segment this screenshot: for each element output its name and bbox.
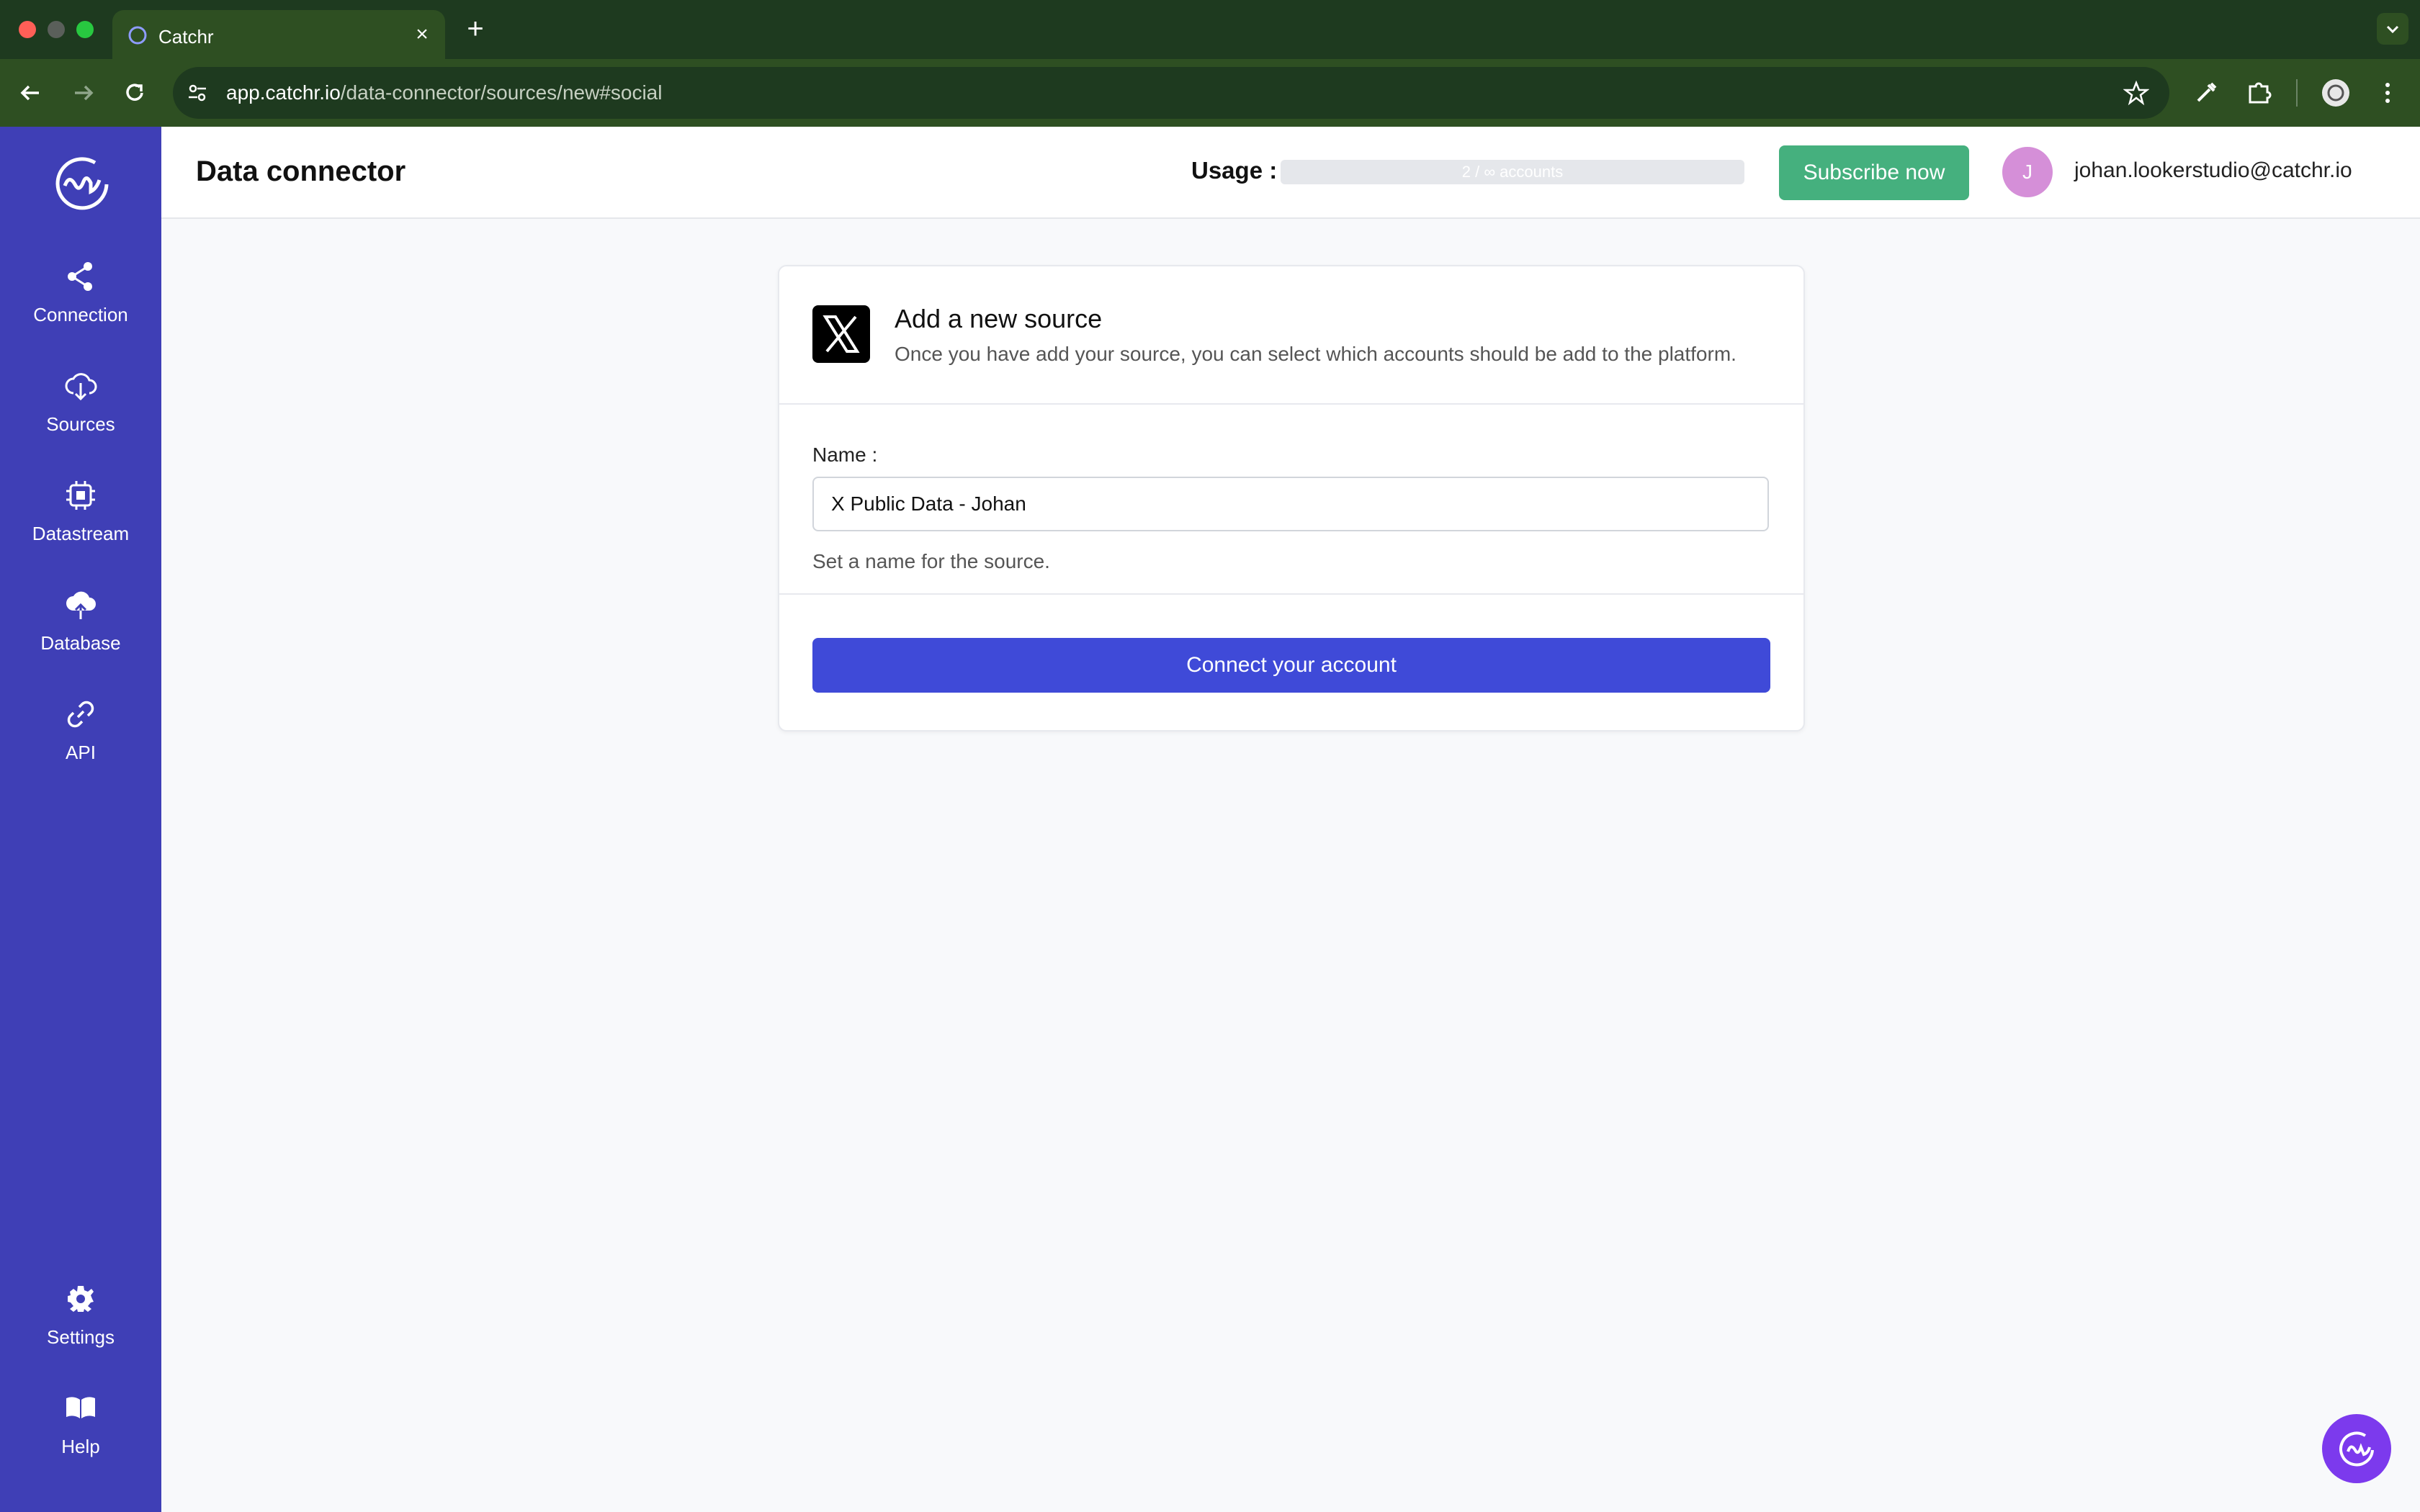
sidebar-item-help[interactable]: Help [0, 1391, 161, 1492]
name-label: Name : [812, 444, 878, 466]
profile-avatar-icon[interactable] [2319, 76, 2352, 109]
share-icon [68, 262, 92, 291]
back-arrow-icon[interactable] [14, 76, 48, 109]
tab-search-button[interactable] [2377, 13, 2408, 45]
eyedropper-icon[interactable] [2190, 76, 2223, 109]
usage-label: Usage : [1191, 157, 1278, 184]
sidebar-item-label: Datastream [32, 523, 130, 544]
address-bar[interactable]: app.catchr.io/data-connector/sources/new… [173, 67, 2169, 119]
card-divider [779, 403, 1803, 405]
sidebar-item-settings[interactable]: Settings [0, 1282, 161, 1382]
browser-toolbar: app.catchr.io/data-connector/sources/new… [0, 59, 2420, 127]
sidebar-item-datastream[interactable]: Datastream [0, 478, 161, 579]
catchr-chat-icon [2339, 1431, 2374, 1467]
new-tab-icon[interactable]: + [461, 14, 490, 43]
close-tab-icon[interactable]: × [409, 22, 435, 48]
chat-widget-button[interactable] [2322, 1414, 2391, 1483]
add-source-card: Add a new source Once you have add your … [778, 265, 1805, 732]
sidebar-item-connection[interactable]: Connection [0, 259, 161, 360]
sidebar-item-database[interactable]: Database [0, 588, 161, 688]
connect-account-button[interactable]: Connect your account [812, 638, 1770, 693]
card-subtitle: Once you have add your source, you can s… [895, 343, 1736, 365]
link-icon [67, 701, 94, 728]
site-settings-icon[interactable] [186, 81, 209, 104]
cloud-download-icon [65, 373, 97, 401]
sidebar-item-api[interactable]: API [0, 697, 161, 798]
url-host: app.catchr.io [226, 81, 341, 104]
url-text: app.catchr.io/data-connector/sources/new… [226, 81, 662, 104]
card-title: Add a new source [895, 304, 1103, 333]
user-email[interactable]: johan.lookerstudio@catchr.io [2074, 158, 2352, 183]
x-logo-icon [812, 305, 870, 363]
close-window-dot[interactable] [19, 21, 36, 38]
avatar[interactable]: J [2002, 147, 2053, 197]
minimize-window-dot[interactable] [48, 21, 65, 38]
sidebar-item-label: Connection [33, 304, 128, 325]
usage-progress-bar: 2 / ∞ accounts [1281, 160, 1744, 184]
extensions-puzzle-icon[interactable] [2243, 76, 2276, 109]
sidebar-item-label: Database [40, 632, 121, 654]
sidebar-item-sources[interactable]: Sources [0, 369, 161, 469]
toolbar-divider [2296, 79, 2298, 107]
gear-icon [68, 1286, 94, 1312]
sidebar-item-label: Help [61, 1436, 100, 1457]
browser-tab-bar: Catchr × + [0, 0, 2420, 59]
forward-arrow-icon[interactable] [66, 76, 99, 109]
bookmark-star-icon[interactable] [2123, 80, 2149, 106]
source-name-input[interactable] [812, 477, 1769, 531]
tab-title: Catchr [158, 26, 214, 48]
top-header: Data connector Usage : 2 / ∞ accounts Su… [161, 127, 2420, 219]
chip-icon [66, 481, 95, 510]
catchr-favicon-icon [128, 26, 147, 45]
sidebar-item-label: Settings [47, 1326, 115, 1348]
cloud-upload-icon [66, 591, 96, 619]
subscribe-button[interactable]: Subscribe now [1779, 145, 1969, 200]
catchr-logo-icon[interactable] [45, 153, 117, 210]
browser-menu-icon[interactable] [2371, 76, 2404, 109]
browser-tab[interactable]: Catchr × [112, 10, 445, 59]
chevron-down-icon [2386, 25, 2399, 34]
sidebar-item-label: Sources [46, 413, 115, 435]
app-root: Connection Sources Datastream Database A… [0, 127, 2420, 1512]
maximize-window-dot[interactable] [76, 21, 94, 38]
sidebar-item-label: API [66, 742, 96, 763]
name-help-text: Set a name for the source. [812, 550, 1050, 572]
reload-icon[interactable] [118, 76, 151, 109]
book-icon [66, 1397, 95, 1418]
url-path: /data-connector/sources/new#social [340, 81, 663, 104]
card-divider [779, 593, 1803, 595]
sidebar: Connection Sources Datastream Database A… [0, 127, 161, 1512]
page-title: Data connector [196, 156, 406, 187]
